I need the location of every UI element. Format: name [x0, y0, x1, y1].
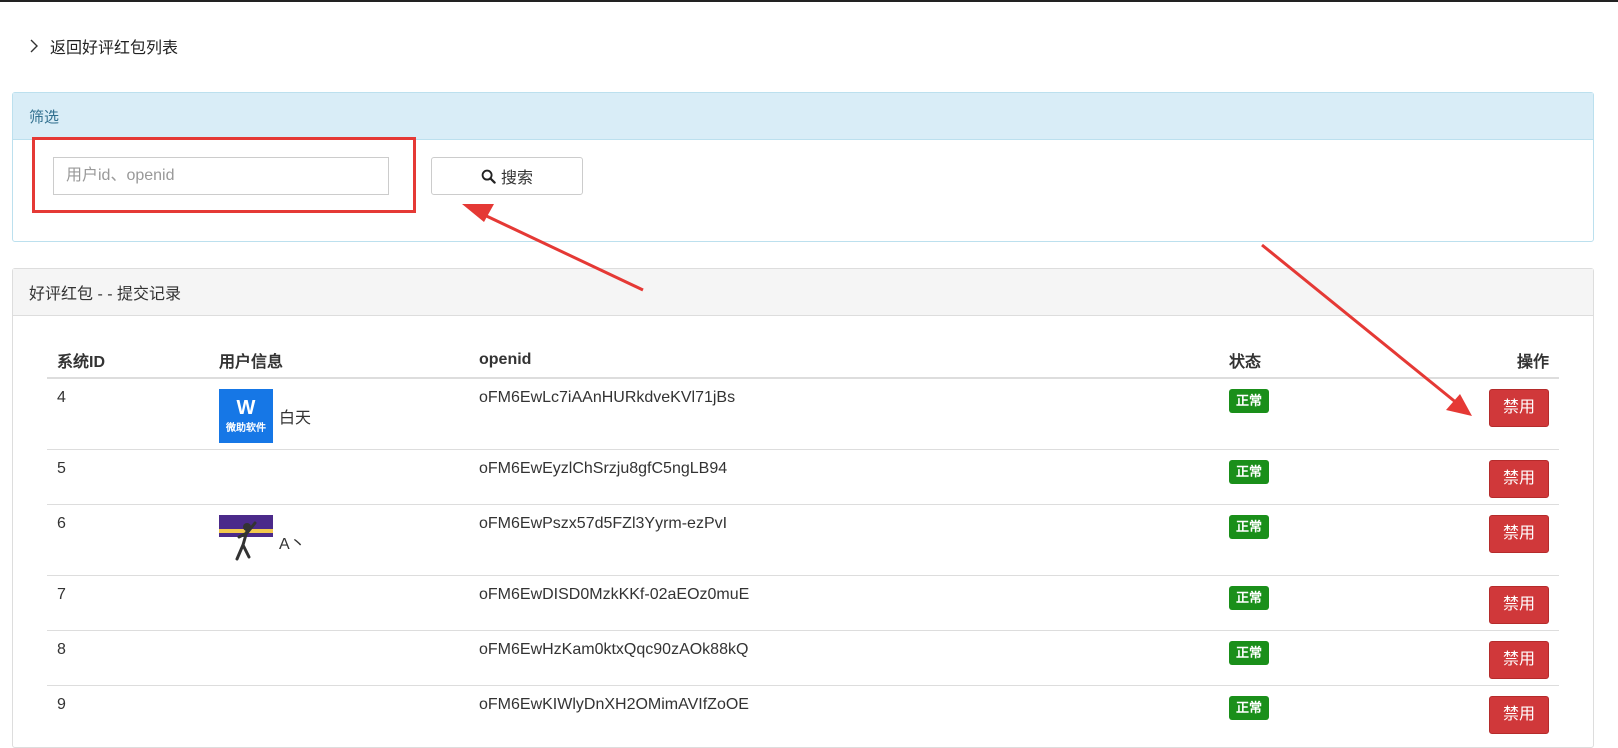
cell-action: 禁用 — [1469, 448, 1559, 504]
column-header-user: 用户信息 — [209, 343, 469, 379]
records-panel: 好评红包 - - 提交记录 系统ID 用户信息 openid 状态 操作 4 W — [12, 268, 1594, 748]
status-badge: 正常 — [1229, 695, 1270, 720]
status-badge: 正常 — [1229, 389, 1270, 413]
cell-id: 8 — [47, 629, 209, 685]
cell-id: 9 — [47, 684, 209, 740]
column-header-openid: openid — [469, 343, 1219, 379]
cell-openid: oFM6EwKIWlyDnXH2OMimAVIfZoOE — [469, 684, 1219, 740]
cell-user — [209, 629, 469, 685]
disable-button[interactable]: 禁用 — [1489, 514, 1549, 553]
search-button[interactable]: 搜索 — [431, 157, 583, 195]
disable-button[interactable]: 禁用 — [1489, 640, 1549, 679]
cell-status: 正常 — [1219, 684, 1469, 740]
column-header-action: 操作 — [1469, 343, 1559, 379]
user-nickname: A丶 — [279, 535, 306, 553]
status-badge: 正常 — [1229, 640, 1270, 665]
disable-button[interactable]: 禁用 — [1489, 695, 1549, 734]
status-badge: 正常 — [1229, 514, 1270, 539]
table-row: 8 oFM6EwHzKam0ktxQqc90zAOk88kQ 正常 禁用 — [47, 629, 1559, 685]
cell-openid: oFM6EwEyzlChSrzju8gfC5ngLB94 — [469, 448, 1219, 504]
cell-action: 禁用 — [1469, 574, 1559, 630]
cell-action: 禁用 — [1469, 378, 1559, 449]
avatar-logo-text: 微助软件 — [225, 421, 266, 434]
filter-panel: 筛选 搜索 — [12, 92, 1594, 242]
table-row: 4 W 微助软件 白天 oFM6EwLc7iAAnHURkdveKVl71jBs… — [47, 378, 1559, 449]
column-header-status: 状态 — [1219, 343, 1469, 379]
back-link[interactable]: 返回好评红包列表 — [26, 34, 178, 58]
status-badge: 正常 — [1229, 459, 1270, 484]
table-row: 9 oFM6EwKIWlyDnXH2OMimAVIfZoOE 正常 禁用 — [47, 684, 1559, 740]
cell-id: 7 — [47, 574, 209, 630]
avatar: W 微助软件 — [219, 389, 273, 443]
cell-status: 正常 — [1219, 629, 1469, 685]
records-table: 系统ID 用户信息 openid 状态 操作 4 W 微助软件 白天 oFM6E… — [47, 343, 1559, 740]
disable-button[interactable]: 禁用 — [1489, 389, 1549, 427]
user-nickname: 白天 — [279, 410, 312, 427]
avatar — [219, 514, 273, 569]
cell-openid: oFM6EwDISD0MzkKKf-02aEOz0muE — [469, 574, 1219, 630]
cell-user: A丶 — [209, 503, 469, 575]
cell-openid: oFM6EwPszx57d5FZl3Yyrm-ezPvI — [469, 503, 1219, 575]
status-badge: 正常 — [1229, 585, 1270, 610]
search-icon — [481, 169, 496, 184]
table-row: 7 oFM6EwDISD0MzkKKf-02aEOz0muE 正常 禁用 — [47, 574, 1559, 630]
disable-button[interactable]: 禁用 — [1489, 459, 1549, 498]
search-button-label: 搜索 — [500, 170, 533, 187]
cell-user — [209, 448, 469, 504]
cell-user — [209, 684, 469, 740]
cell-id: 5 — [47, 448, 209, 504]
chevron-right-icon — [30, 39, 38, 53]
cell-status: 正常 — [1219, 503, 1469, 575]
cell-openid: oFM6EwHzKam0ktxQqc90zAOk88kQ — [469, 629, 1219, 685]
cell-openid: oFM6EwLc7iAAnHURkdveKVl71jBs — [479, 389, 736, 406]
cell-user: W 微助软件 白天 — [209, 378, 469, 449]
search-input[interactable] — [53, 157, 389, 195]
cell-id: 6 — [47, 503, 209, 575]
filter-panel-title: 筛选 — [13, 93, 1593, 140]
cell-action: 禁用 — [1469, 503, 1559, 575]
column-header-id: 系统ID — [47, 343, 209, 379]
cell-id: 4 — [57, 389, 66, 406]
cell-status: 正常 — [1219, 448, 1469, 504]
table-row: 5 oFM6EwEyzlChSrzju8gfC5ngLB94 正常 禁用 — [47, 448, 1559, 504]
svg-text:W: W — [237, 397, 256, 419]
top-border — [0, 0, 1618, 2]
cell-action: 禁用 — [1469, 629, 1559, 685]
records-panel-title: 好评红包 - - 提交记录 — [13, 269, 1593, 316]
back-link-label: 返回好评红包列表 — [50, 40, 179, 57]
cell-status: 正常 — [1219, 574, 1469, 630]
cell-action: 禁用 — [1469, 684, 1559, 740]
table-row: 6 A丶 oFM6EwPszx57d5FZl3Yyrm-ezPvI 正常 禁用 — [47, 503, 1559, 575]
cell-user — [209, 574, 469, 630]
cell-status: 正常 — [1219, 378, 1469, 449]
disable-button[interactable]: 禁用 — [1489, 585, 1549, 624]
table-header-row: 系统ID 用户信息 openid 状态 操作 — [47, 343, 1559, 379]
